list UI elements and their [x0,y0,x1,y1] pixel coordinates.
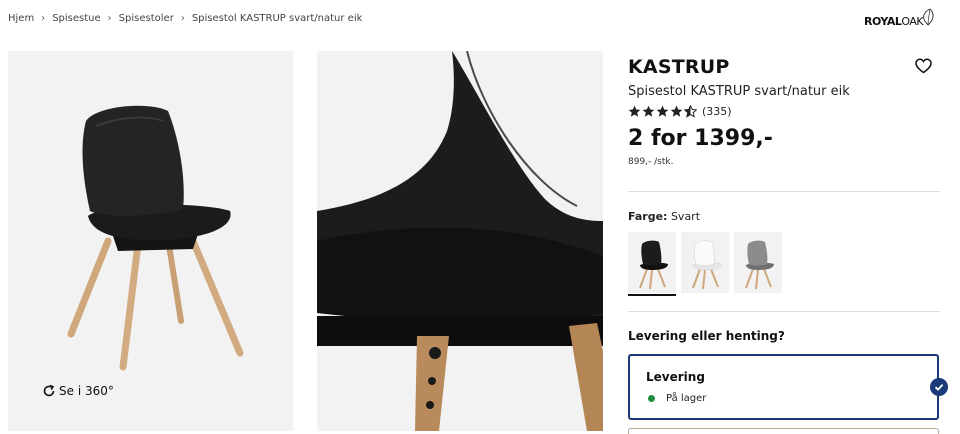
divider [628,311,940,312]
royal-oak-logo[interactable]: ROYAL OAK [864,8,940,34]
star-full-icon [656,105,669,117]
logo-thin-text: OAK [901,14,924,28]
stock-status: På lager [648,393,706,404]
logo-bold-text: ROYAL [864,14,902,28]
product-image-main[interactable]: Se i 360° [8,51,293,431]
star-full-icon [628,105,641,117]
breadcrumb-separator: › [107,13,112,24]
product-image-closeup[interactable] [317,51,603,431]
chair-thumbnail-grey [745,240,774,289]
swatch-gra[interactable] [734,232,782,293]
delivery-option-levering[interactable]: Levering På lager [628,354,939,420]
checkmark-icon [930,378,948,396]
logo-wordmark: ROYAL OAK [864,14,924,28]
breadcrumb-separator: › [41,13,46,24]
breadcrumb-spisestue[interactable]: Spisestue [52,13,100,24]
swatch-hvit[interactable] [681,232,729,293]
color-value: Svart [670,210,701,223]
breadcrumb-separator: › [180,13,185,24]
rotate-360-label: Se i 360° [59,384,114,398]
delivery-option-title: Levering [646,370,705,384]
chair-image [67,105,244,371]
rating-count: (335) [702,105,732,118]
stock-status-text: På lager [666,393,707,404]
in-stock-dot-icon [648,395,655,402]
color-label: Farge: [628,210,668,223]
oak-leaf-icon [923,8,934,26]
delivery-option-henting[interactable] [628,428,939,434]
product-title: KASTRUP [628,56,730,78]
breadcrumb-home[interactable]: Hjem [8,13,34,24]
breadcrumb: Hjem › Spisestue › Spisestoler › Spisest… [8,13,362,24]
color-label-row: Farge: Svart [628,210,700,223]
breadcrumb-spisestoler[interactable]: Spisestoler [119,13,174,24]
unit-price: 899,- /stk. [628,157,674,167]
swatch-svart[interactable] [628,232,676,296]
star-full-icon [642,105,655,117]
heart-icon[interactable] [915,58,932,74]
divider [628,191,940,192]
star-full-icon [670,105,683,117]
star-half-icon [684,105,697,118]
chair-closeup-image [317,51,603,431]
product-rating[interactable]: (335) [628,105,940,118]
delivery-question: Levering eller henting? [628,329,785,343]
rotate-icon [43,384,55,397]
chair-thumbnail-white [692,239,722,289]
breadcrumb-current[interactable]: Spisestol KASTRUP svart/natur eik [192,13,363,24]
rating-stars [628,105,698,118]
chair-thumbnail-black [639,240,668,289]
color-swatches [628,232,787,296]
product-price: 2 for 1399,- [628,126,773,151]
product-info-panel: KASTRUP Spisestol KASTRUP svart/natur ei… [628,56,940,167]
rotate-360-button[interactable]: Se i 360° [42,384,114,398]
product-subtitle: Spisestol KASTRUP svart/natur eik [628,84,850,99]
